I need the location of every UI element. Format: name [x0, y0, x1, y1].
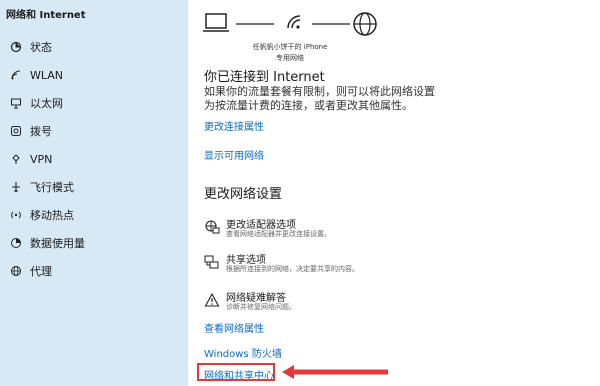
sidebar-item-wlan[interactable]: WLAN: [0, 64, 188, 86]
sharing-icon: [204, 254, 220, 270]
sidebar-item-label: 代理: [30, 265, 52, 278]
troubleshoot-options[interactable]: 网络疑难解答 诊断并修复网络问题。: [204, 289, 434, 319]
device-name: 任帆帆小饼干的 iPhone: [252, 43, 328, 51]
show-networks-link[interactable]: 显示可用网络: [204, 147, 264, 162]
sidebar-item-data-usage[interactable]: 数据使用量: [0, 232, 188, 254]
connection-heading: 你已连接到 Internet: [204, 70, 325, 85]
sidebar-item-label: 拨号: [30, 125, 52, 138]
view-network-properties-link[interactable]: 查看网络属性: [204, 320, 264, 335]
option-desc: 查看网络适配器并更改连接设置。: [226, 230, 331, 238]
sidebar-item-label: VPN: [30, 152, 53, 166]
sidebar-item-proxy[interactable]: 代理: [0, 260, 188, 282]
laptop-icon: [203, 13, 229, 32]
vpn-icon: [7, 153, 25, 165]
sidebar-item-label: 飞行模式: [30, 181, 74, 194]
device-info: 任帆帆小饼干的 iPhone 专用网络: [240, 42, 340, 64]
data-usage-icon: [7, 237, 25, 249]
sharing-options[interactable]: 共享选项 根据所连接到的网络，决定要共享的内容。: [204, 251, 434, 281]
sidebar-item-ethernet[interactable]: 以太网: [0, 92, 188, 114]
sidebar-item-vpn[interactable]: VPN: [0, 148, 188, 170]
sidebar-item-label: 状态: [30, 41, 52, 54]
main-content: 任帆帆小饼干的 iPhone 专用网络 你已连接到 Internet 如果你的流…: [188, 0, 600, 386]
globe-icon: [7, 265, 25, 277]
connection-description: 如果你的流量套餐有限制，则可以将此网络设置为按流量计费的连接，或者更改其他属性。: [204, 85, 435, 112]
sidebar-item-hotspot[interactable]: 移动热点: [0, 204, 188, 226]
adapter-options[interactable]: 更改适配器选项 查看网络适配器并更改连接设置。: [204, 216, 434, 246]
dialup-icon: [7, 125, 25, 137]
internet-globe-icon: [353, 12, 377, 36]
wifi-signal-icon: [287, 15, 301, 29]
sidebar-item-label: 移动热点: [30, 209, 74, 222]
change-settings-heading: 更改网络设置: [204, 187, 283, 202]
windows-firewall-link[interactable]: Windows 防火墙: [204, 345, 282, 360]
warning-icon: [204, 292, 220, 308]
change-properties-link[interactable]: 更改连接属性: [204, 118, 264, 133]
adapter-icon: [204, 219, 220, 235]
sidebar-item-label: 数据使用量: [30, 237, 85, 250]
sidebar-item-airplane[interactable]: 飞行模式: [0, 176, 188, 198]
option-desc: 根据所连接到的网络，决定要共享的内容。: [226, 265, 359, 273]
hotspot-icon: [7, 209, 25, 221]
network-type: 专用网络: [276, 54, 304, 62]
red-arrow-annotation: [282, 365, 388, 379]
airplane-icon: [7, 181, 25, 193]
sidebar-item-label: 以太网: [30, 97, 63, 110]
sidebar-item-dialup[interactable]: 拨号: [0, 120, 188, 142]
highlight-box: [197, 363, 275, 381]
sidebar: 网络和 Internet 状态 WLAN 以太网 拨号 VPN 飞行模式 移动热…: [0, 0, 188, 386]
wifi-icon: [7, 69, 25, 81]
option-desc: 诊断并修复网络问题。: [226, 303, 296, 311]
sidebar-item-status[interactable]: 状态: [0, 36, 188, 58]
home-icon: [7, 41, 25, 53]
sidebar-item-label: WLAN: [30, 68, 64, 82]
ethernet-icon: [7, 97, 25, 109]
window-title: 网络和 Internet: [6, 10, 86, 21]
